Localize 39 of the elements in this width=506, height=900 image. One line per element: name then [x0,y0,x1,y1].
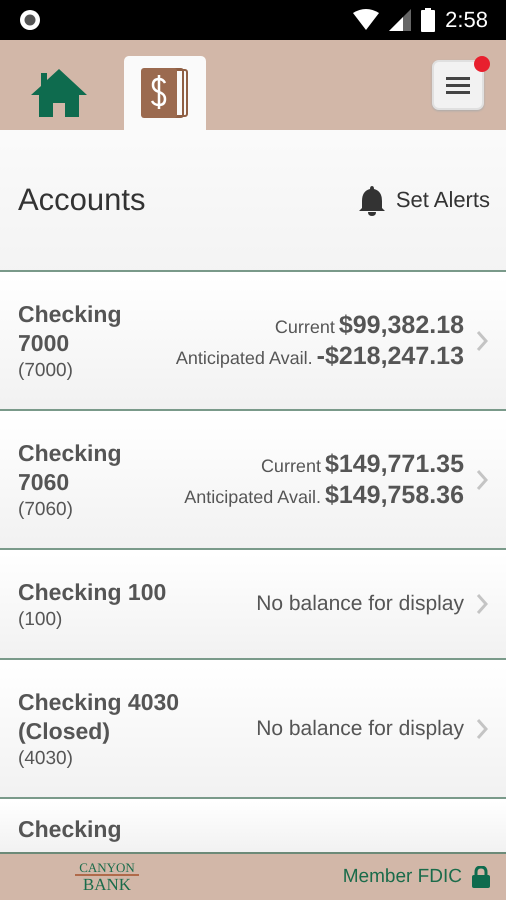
balance-amount: -$218,247.13 [316,342,464,370]
balance-amount: $99,382.18 [338,310,464,340]
set-alerts-button[interactable]: Set Alerts [358,184,490,216]
account-number: (100) [18,608,64,630]
house-icon [29,67,89,119]
account-number: (7060) [18,498,74,520]
dollar-cards-icon [139,67,191,119]
page-title: Accounts [18,182,146,218]
chevron-icon [476,718,488,740]
record-icon [18,8,42,32]
wifi-icon [353,9,380,31]
balance-amount: $149,771.35 [324,450,464,478]
battery-icon [421,8,436,32]
menu-button[interactable] [432,60,484,110]
balance-label: Anticipated Avail. [176,348,313,368]
account-name: Checking 4030 (Closed) [18,688,180,746]
account-name: Checking 7000 [18,300,123,358]
lock-icon [472,866,490,888]
chevron-icon [476,468,488,490]
balance-amount: $149,758.36 [324,480,464,510]
no-balance-message: No balance for display [256,716,464,740]
account-name: Checking 7060 [18,438,123,496]
balance-label: Current [274,316,335,338]
chevron-icon [476,330,488,352]
bell-icon [358,184,386,216]
no-balance-message: No balance for display [256,592,464,616]
account-name: Checking 100 [18,578,168,606]
balance-label: Anticipated Avail. [184,486,321,508]
menu-icon [446,75,470,95]
account-number: (7000) [18,360,74,382]
chevron-icon [476,593,488,615]
account-number: (4030) [18,748,74,770]
bank-logo: CANYON BANK [74,861,140,893]
account-name: Checking [18,815,123,844]
accounts-tab[interactable] [124,56,206,130]
fdic-label: Member FDIC [342,866,462,888]
clock-time: 2:58 [445,7,488,33]
signal-icon [389,9,412,31]
balance-label: Current [260,456,321,476]
